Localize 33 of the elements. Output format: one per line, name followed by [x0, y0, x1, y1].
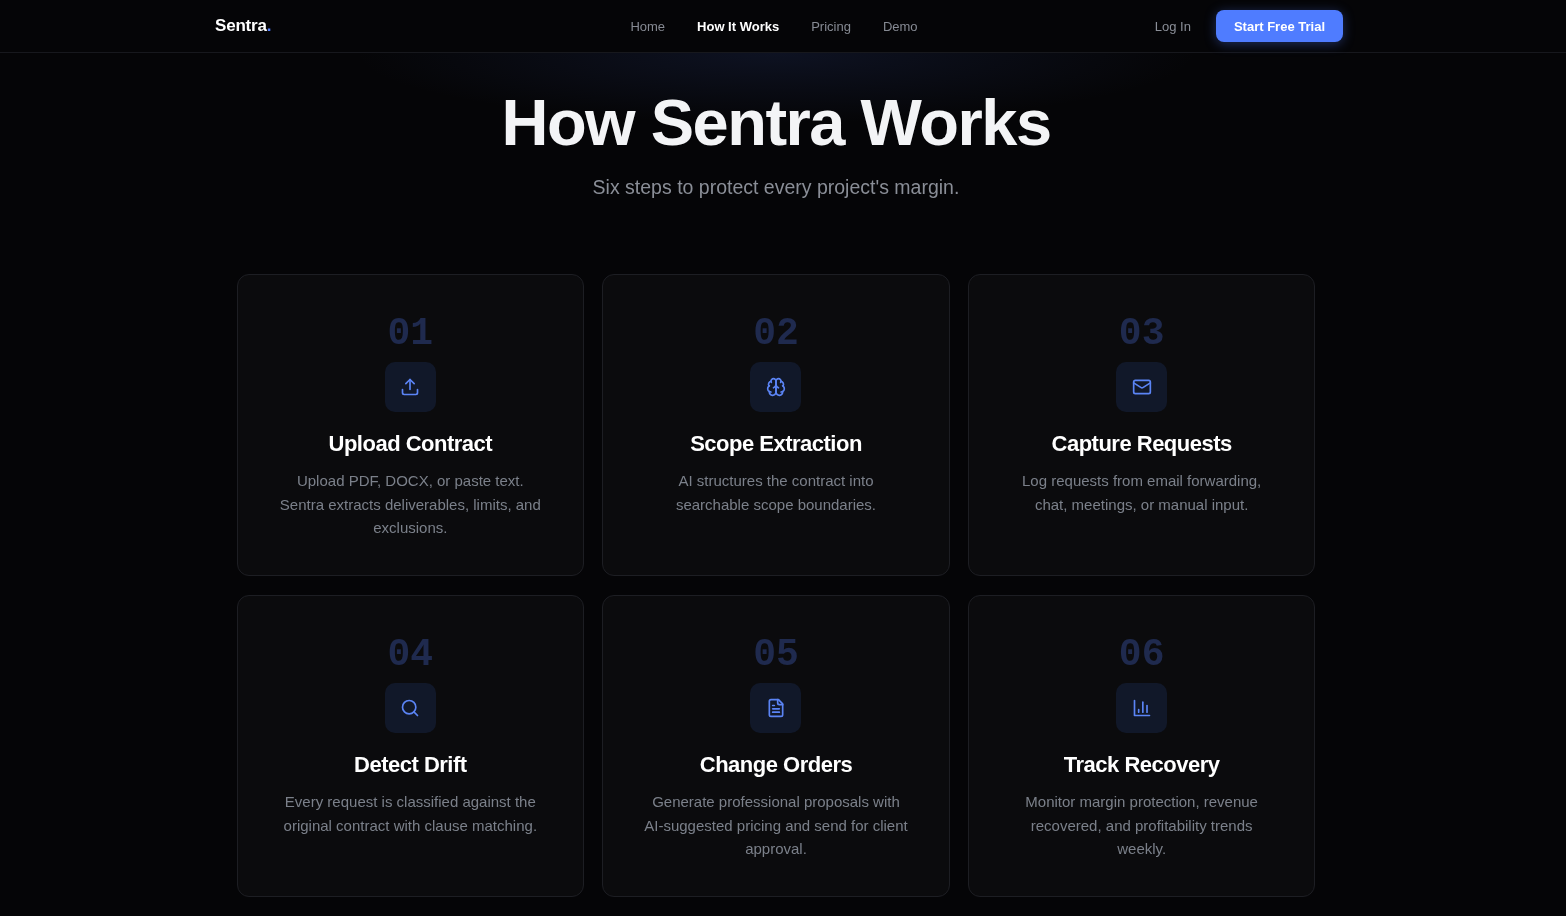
step-description: AI structures the contract into searchable scope boundaries.: [674, 471, 878, 515]
step-title: Capture Requests: [1051, 430, 1232, 458]
bar-chart-icon: [1116, 683, 1168, 733]
document-icon: [750, 683, 802, 733]
start-free-trial-button[interactable]: Start Free Trial: [1215, 10, 1343, 42]
step-description: Log requests from email forwarding, chat, meetings, or manual input.: [1021, 471, 1263, 515]
step-number: 06: [1118, 635, 1165, 675]
nav-link[interactable]: Demo: [882, 14, 918, 38]
step-title: Upload Contract: [328, 430, 493, 458]
brain-icon: [750, 362, 802, 412]
step-title: Detect Drift: [354, 751, 467, 779]
mail-icon: [1116, 362, 1168, 412]
step-number: 03: [1118, 314, 1165, 354]
step-number: 01: [387, 314, 434, 354]
step-description: Every request is classified against the original contract with clause matching.: [282, 792, 539, 836]
step-title: Change Orders: [699, 751, 853, 779]
step-number: 02: [753, 314, 799, 354]
nav-link[interactable]: Home: [630, 14, 666, 38]
upload-icon: [384, 362, 436, 412]
page-title: How Sentra Works: [501, 88, 1051, 158]
step-number: 04: [387, 635, 434, 675]
page-subtitle: Six steps to protect every project's margin.: [592, 175, 960, 200]
nav-link[interactable]: How It Works: [697, 14, 780, 38]
search-icon: [384, 683, 436, 733]
step-title: Scope Extraction: [690, 430, 862, 458]
logo[interactable]: Sentra.: [215, 16, 272, 36]
step-description: Monitor margin protection, revenue recovered, and profitability trends weekly.: [1024, 792, 1259, 859]
step-title: Track Recovery: [1063, 751, 1220, 779]
step-description: Generate professional proposals with AI-suggested pricing and send for client approval.: [643, 792, 909, 859]
step-number: 05: [753, 635, 799, 675]
nav-link[interactable]: Pricing: [811, 14, 851, 38]
log-in-link[interactable]: Log In: [1154, 18, 1191, 34]
step-description: Upload PDF, DOCX, or paste text. Sentra extracts deliverables, limits, and exclusions.: [278, 471, 542, 538]
